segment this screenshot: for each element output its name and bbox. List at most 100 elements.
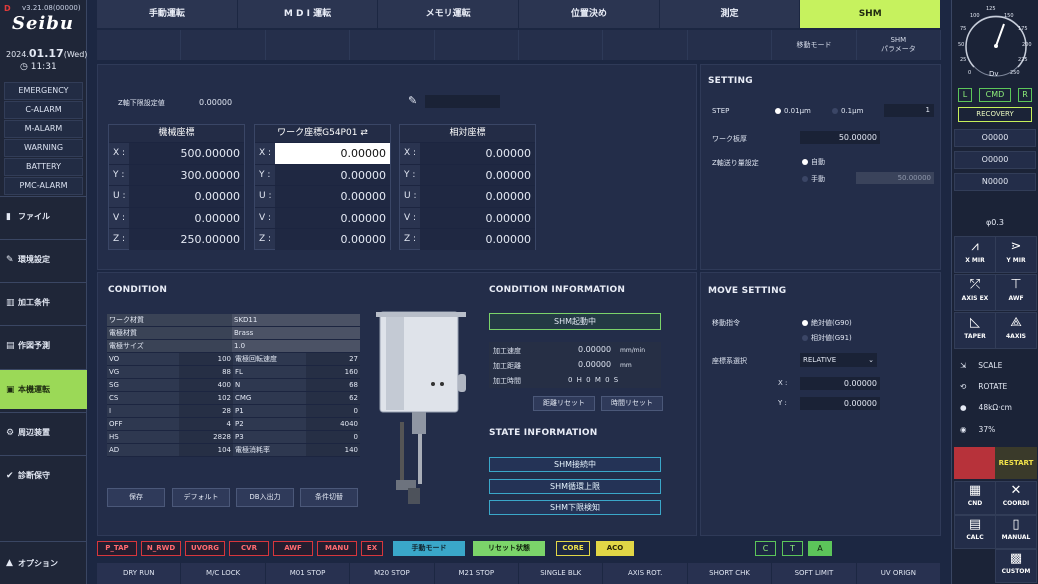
cell-value[interactable]: 2828 xyxy=(179,431,233,443)
mc-lock-button[interactable]: M/C LOCK xyxy=(181,563,266,584)
cell-value[interactable]: 4040 xyxy=(306,418,360,430)
work-coordinates[interactable]: ワーク座標G54P01 ⇄ X :0.00000 Y :0.00000 U :0… xyxy=(254,124,391,250)
coord-value[interactable]: 0.00000 xyxy=(275,164,390,185)
cell-value[interactable]: 160 xyxy=(306,366,360,378)
tab-shm[interactable]: SHM xyxy=(800,0,942,28)
save-button[interactable]: 保存 xyxy=(107,488,165,507)
taper-button[interactable]: ◺ TAPER xyxy=(954,312,996,349)
short-check-button[interactable]: SHORT CHK xyxy=(687,563,773,584)
y-mirror-button[interactable]: ⋗ Y MIR xyxy=(995,236,1037,273)
calc-button[interactable]: ▤ CALC xyxy=(954,515,996,549)
cell-value[interactable]: 102 xyxy=(179,392,233,404)
nav-machine-operation[interactable]: ▣ 本機運転 xyxy=(0,369,87,409)
nav-options[interactable]: ▲ オプション xyxy=(0,541,87,584)
cell-value[interactable]: 4 xyxy=(179,418,233,430)
cell-value[interactable]: 62 xyxy=(306,392,360,404)
cell-value[interactable]: 1.0 xyxy=(232,340,360,352)
rotate-item[interactable]: ⟲ ROTATE xyxy=(960,382,1038,391)
edit-icon[interactable]: ✎ xyxy=(408,94,417,107)
custom-button[interactable]: ▩ CUSTOM xyxy=(995,549,1037,583)
swap-icon[interactable]: ⇄ xyxy=(360,128,368,138)
default-button[interactable]: デフォルト xyxy=(172,488,230,507)
step-value-field[interactable]: 1 xyxy=(884,104,934,117)
soft-limit-button[interactable]: SOFT LIMIT xyxy=(772,563,857,584)
cell-value[interactable]: 400 xyxy=(179,379,233,391)
absolute-option[interactable]: 絶対値(G90) xyxy=(802,318,852,328)
cnd-button[interactable]: ▦ CND xyxy=(954,481,996,515)
nav-file[interactable]: ▮ ファイル xyxy=(0,196,87,236)
zaxis-edit-field[interactable] xyxy=(425,95,500,108)
subtab-empty-6[interactable] xyxy=(519,30,604,60)
subtab-move-mode[interactable]: 移動モード xyxy=(772,30,857,60)
m21-stop-button[interactable]: M21 STOP xyxy=(434,563,520,584)
cell-value[interactable]: 88 xyxy=(179,366,233,378)
nav-drawing-forecast[interactable]: ▤ 作図予測 xyxy=(0,325,87,365)
subtab-empty-7[interactable] xyxy=(603,30,688,60)
db-io-button[interactable]: DB入出力 xyxy=(236,488,294,507)
radio-selected-icon xyxy=(802,320,808,326)
work-thickness-field[interactable]: 50.00000 xyxy=(800,131,880,144)
coord-row[interactable]: X :0.00000 xyxy=(255,142,390,164)
move-x-field[interactable]: 0.00000 xyxy=(800,377,880,390)
nav-machining-condition[interactable]: ▥ 加工条件 xyxy=(0,282,87,322)
reset-time-button[interactable]: 時間リセット xyxy=(601,396,663,411)
subtab-empty-4[interactable] xyxy=(350,30,435,60)
nav-diagnosis[interactable]: ✔ 診断保守 xyxy=(0,455,87,495)
subtab-empty-2[interactable] xyxy=(181,30,266,60)
single-block-button[interactable]: SINGLE BLK xyxy=(519,563,604,584)
coord-row[interactable]: V :0.00000 xyxy=(255,206,390,228)
tab-mdi[interactable]: M D I 運転 xyxy=(237,0,379,28)
reset-distance-button[interactable]: 距離リセット xyxy=(533,396,595,411)
relative-option[interactable]: 相対値(G91) xyxy=(802,333,852,343)
coord-system-select[interactable]: RELATIVE ⌄ xyxy=(800,353,877,367)
nav-peripheral[interactable]: ⚙ 周辺装置 xyxy=(0,412,87,452)
coord-value-selected[interactable]: 0.00000 xyxy=(275,143,390,164)
coord-row[interactable]: U :0.00000 xyxy=(255,185,390,207)
dry-run-button[interactable]: DRY RUN xyxy=(97,563,182,584)
coord-value[interactable]: 0.00000 xyxy=(275,186,390,207)
m01-stop-button[interactable]: M01 STOP xyxy=(265,563,351,584)
axis-ex-button[interactable]: ⤱ AXIS EX xyxy=(954,274,996,311)
coord-row[interactable]: Y : 0.00000 xyxy=(255,163,390,185)
tab-measure[interactable]: 測定 xyxy=(659,0,801,28)
tab-positioning[interactable]: 位置決め xyxy=(519,0,660,28)
coordi-button[interactable]: ✕ COORDI xyxy=(995,481,1037,515)
coord-row[interactable]: Z :0.00000 xyxy=(255,228,390,250)
cell-value[interactable]: 100 xyxy=(179,353,233,365)
condition-switch-button[interactable]: 条件切替 xyxy=(300,488,358,507)
cell-value[interactable]: 68 xyxy=(306,379,360,391)
zfeed-manual-option[interactable]: 手動 xyxy=(802,174,825,184)
cell-value[interactable]: 28 xyxy=(179,405,233,417)
cell-value[interactable]: 140 xyxy=(306,444,360,456)
subtab-empty-3[interactable] xyxy=(265,30,351,60)
nav-environment[interactable]: ✎ 環境設定 xyxy=(0,239,87,279)
coord-value[interactable]: 0.00000 xyxy=(275,207,390,228)
cell-value[interactable]: 27 xyxy=(306,353,360,365)
subtab-empty-8[interactable] xyxy=(687,30,773,60)
tab-manual[interactable]: 手動運転 xyxy=(97,0,238,28)
m20-stop-button[interactable]: M20 STOP xyxy=(350,563,435,584)
restart-button[interactable]: RESTART xyxy=(995,447,1037,479)
move-y-field[interactable]: 0.00000 xyxy=(800,397,880,410)
subtab-empty-5[interactable] xyxy=(434,30,520,60)
cell-value[interactable]: Brass xyxy=(232,327,360,339)
cell-value[interactable]: 104 xyxy=(179,444,233,456)
coord-value[interactable]: 0.00000 xyxy=(275,229,390,250)
subtab-shm-params[interactable]: SHM パラメータ xyxy=(856,30,942,60)
x-mirror-button[interactable]: ⩘ X MIR xyxy=(954,236,996,273)
scale-item[interactable]: ⇲ SCALE xyxy=(960,361,1038,370)
uv-origin-button[interactable]: UV ORIGN xyxy=(856,563,942,584)
recovery-button[interactable]: RECOVERY xyxy=(958,107,1032,122)
cell-value[interactable]: SKD11 xyxy=(232,314,360,326)
subtab-empty-1[interactable] xyxy=(97,30,182,60)
tab-memory[interactable]: メモリ運転 xyxy=(378,0,520,28)
awf-button[interactable]: ⊤ AWF xyxy=(995,274,1037,311)
cell-value[interactable]: 0 xyxy=(306,431,360,443)
manual-button[interactable]: ▯ MANUAL xyxy=(995,515,1037,549)
4axis-button[interactable]: ⟁ 4AXIS xyxy=(995,312,1037,349)
step-option-01[interactable]: 0.1μm xyxy=(832,107,863,115)
step-option-001[interactable]: 0.01μm xyxy=(775,107,811,115)
cell-value[interactable]: 0 xyxy=(306,405,360,417)
axis-rotation-button[interactable]: AXIS ROT. xyxy=(603,563,688,584)
zfeed-auto-option[interactable]: 自動 xyxy=(802,157,825,167)
